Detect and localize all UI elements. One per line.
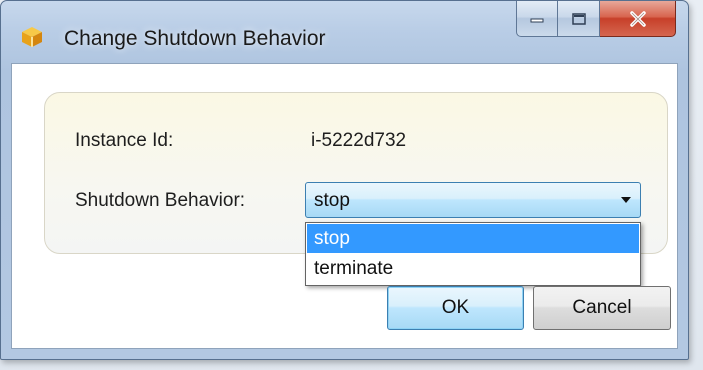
combobox-selected-value: stop [314,190,350,211]
window-title: Change Shutdown Behavior [64,27,326,50]
minimize-icon [530,18,544,22]
close-button[interactable] [600,1,676,37]
minimize-button[interactable] [516,1,558,37]
maximize-icon [571,12,586,25]
instance-id-value: i-5222d732 [311,130,407,151]
close-icon [629,10,646,27]
title-bar[interactable]: Change Shutdown Behavior [1,1,688,63]
maximize-button[interactable] [558,1,600,37]
instance-id-label: Instance Id: [75,130,174,151]
dropdown-option-terminate[interactable]: terminate [307,254,639,283]
package-icon [22,27,42,47]
caption-buttons [516,1,676,41]
dropdown-option-stop[interactable]: stop [307,224,639,253]
ok-button[interactable]: OK [387,286,524,330]
chevron-down-icon[interactable] [621,197,631,203]
shutdown-behavior-dropdown: stop terminate [305,222,641,286]
shutdown-behavior-label: Shutdown Behavior: [75,190,246,211]
shutdown-behavior-combobox[interactable]: stop [305,182,641,218]
cancel-button[interactable]: Cancel [533,286,671,330]
